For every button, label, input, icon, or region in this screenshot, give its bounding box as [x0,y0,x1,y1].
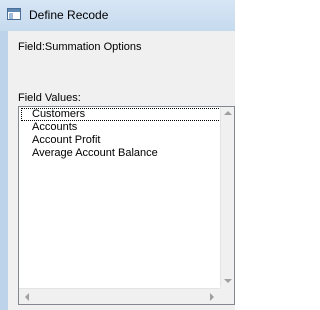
title-bar[interactable]: Define Recode [0,0,235,31]
horizontal-scrollbar[interactable] [19,288,220,304]
field-label-prefix: Field: [18,41,45,53]
field-name-value: Summation Options [44,41,142,53]
scrollbar-corner [220,287,234,304]
scroll-left-arrow-icon[interactable] [25,293,29,301]
scroll-right-arrow-icon[interactable] [210,293,214,301]
window-app-icon[interactable] [7,8,21,20]
field-values-listbox[interactable]: Customers Accounts Account Profit Averag… [18,106,235,305]
list-item-accounts[interactable]: Accounts [21,121,77,134]
list-item-average-account-balance[interactable]: Average Account Balance [21,147,158,160]
define-recode-window: Define Recode Field:Summation Options Fi… [0,0,235,310]
field-label: Field:Summation Options [18,41,142,53]
vertical-scrollbar[interactable] [220,107,234,287]
scroll-down-arrow-icon[interactable] [224,279,232,283]
window-title: Define Recode [29,8,109,22]
list-item-customers[interactable]: Customers [21,108,221,121]
scroll-up-arrow-icon[interactable] [224,111,232,115]
field-values-label: Field Values: [18,92,81,104]
dialog-client-area: Field:Summation Options Field Values: Cu… [8,31,235,310]
list-item-account-profit[interactable]: Account Profit [21,134,100,147]
